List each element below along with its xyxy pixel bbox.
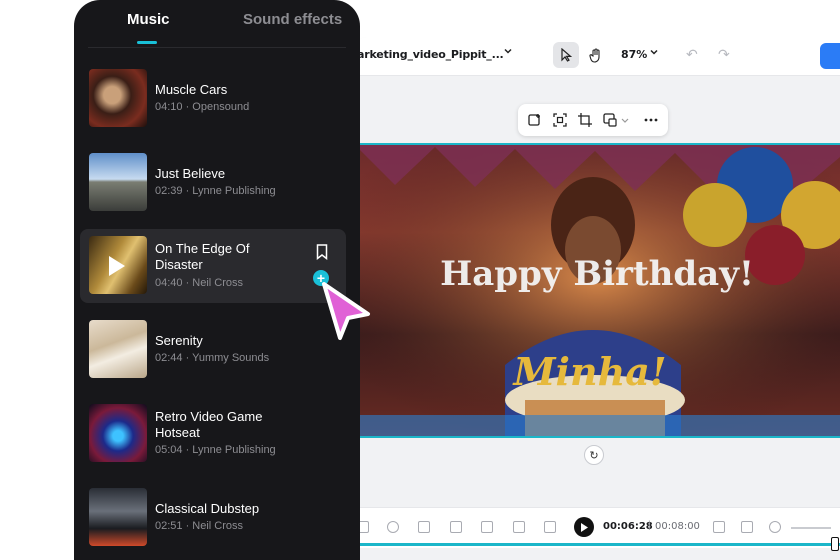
play-icon[interactable] <box>109 256 125 276</box>
image-add-icon[interactable] <box>528 113 542 127</box>
track-item[interactable]: Classical Dubstep 02:51 · Neil Cross <box>80 481 346 555</box>
chevron-down-icon[interactable] <box>621 113 629 127</box>
tab-sound-effects[interactable]: Sound effects <box>243 11 342 28</box>
track-meta: 02:44 · Yummy Sounds <box>155 352 270 364</box>
chevron-down-icon[interactable] <box>503 46 513 59</box>
track-thumbnail <box>89 69 147 127</box>
track-thumbnail <box>89 153 147 211</box>
focus-icon[interactable] <box>553 113 567 127</box>
track-meta: 02:39 · Lynne Publishing <box>155 185 276 197</box>
track-meta: 05:04 · Lynne Publishing <box>155 444 276 456</box>
track-thumbnail <box>89 320 147 378</box>
split-view-icon[interactable] <box>741 521 753 533</box>
playback-bar: 00:06:28 | 00:08:00 <box>355 507 840 548</box>
track-item[interactable]: Serenity 02:44 · Yummy Sounds <box>80 313 346 387</box>
tab-music[interactable]: Music <box>127 11 170 28</box>
zoom-level[interactable]: 87% <box>621 48 647 61</box>
video-editor: arketing_video_Pippit_... 87% ↶ ↷ Happy … <box>355 37 840 560</box>
track-thumbnail <box>89 488 147 546</box>
track-item[interactable]: Muscle Cars 04:10 · Opensound <box>80 62 346 136</box>
timeline-playhead[interactable] <box>831 537 839 551</box>
track-title: Retro Video Game Hotseat <box>155 409 263 440</box>
more-icon[interactable] <box>644 113 658 127</box>
time-separator: | <box>648 520 651 531</box>
chevron-down-icon[interactable] <box>649 47 659 60</box>
hand-icon[interactable] <box>583 42 609 68</box>
current-time: 00:06:28 <box>603 521 653 532</box>
audio-icon[interactable] <box>713 521 725 533</box>
project-filename[interactable]: arketing_video_Pippit_... <box>357 48 504 61</box>
split-icon[interactable] <box>513 521 525 533</box>
floating-toolbar <box>518 104 668 136</box>
redo-icon[interactable]: ↷ <box>718 46 730 63</box>
zoom-out-icon[interactable] <box>769 521 781 533</box>
name-text[interactable]: Minha! <box>511 349 666 394</box>
bookmark-icon[interactable] <box>316 244 328 260</box>
speed-icon[interactable] <box>387 521 399 533</box>
divider <box>88 47 346 48</box>
track-thumbnail <box>89 236 147 294</box>
track-title: On The Edge Of Disaster <box>155 241 250 272</box>
editor-topbar: arketing_video_Pippit_... 87% ↶ ↷ <box>355 37 840 76</box>
track-item[interactable]: Retro Video Game Hotseat 05:04 · Lynne P… <box>80 397 346 471</box>
track-title: Classical Dubstep <box>155 501 260 516</box>
play-button[interactable] <box>574 517 594 537</box>
birthday-scene-image: Happy Birthday! Minha! <box>355 145 840 436</box>
pointer-cursor-icon <box>322 282 370 340</box>
track-thumbnail <box>89 404 147 462</box>
track-item-active[interactable]: On The Edge Of Disaster 04:40 · Neil Cro… <box>80 229 346 303</box>
video-canvas[interactable]: Happy Birthday! Minha! <box>355 143 840 438</box>
track-meta: 02:51 · Neil Cross <box>155 520 244 532</box>
crop-icon[interactable] <box>578 113 592 127</box>
download-icon[interactable] <box>544 521 556 533</box>
select-cursor-icon[interactable] <box>553 42 579 68</box>
track-meta: 04:10 · Opensound <box>155 101 250 113</box>
track-meta: 04:40 · Neil Cross <box>155 277 244 289</box>
replace-image-icon[interactable] <box>603 113 617 127</box>
subtitle-icon[interactable] <box>481 521 493 533</box>
rotate-icon[interactable]: ↻ <box>584 445 604 465</box>
active-tab-indicator <box>137 41 157 44</box>
track-title: Just Believe <box>155 166 226 181</box>
timeline-progress[interactable] <box>355 543 840 546</box>
flip-icon[interactable] <box>450 521 462 533</box>
export-button[interactable] <box>820 43 840 69</box>
undo-icon[interactable]: ↶ <box>686 46 698 63</box>
track-item[interactable]: Just Believe 02:39 · Lynne Publishing <box>80 146 346 220</box>
total-time: 00:08:00 <box>655 521 700 532</box>
headline-text[interactable]: Happy Birthday! <box>440 254 754 294</box>
track-title: Muscle Cars <box>155 82 228 97</box>
track-title: Serenity <box>155 333 203 348</box>
crop-icon[interactable] <box>418 521 430 533</box>
timeline-zoom-slider[interactable] <box>791 527 831 529</box>
